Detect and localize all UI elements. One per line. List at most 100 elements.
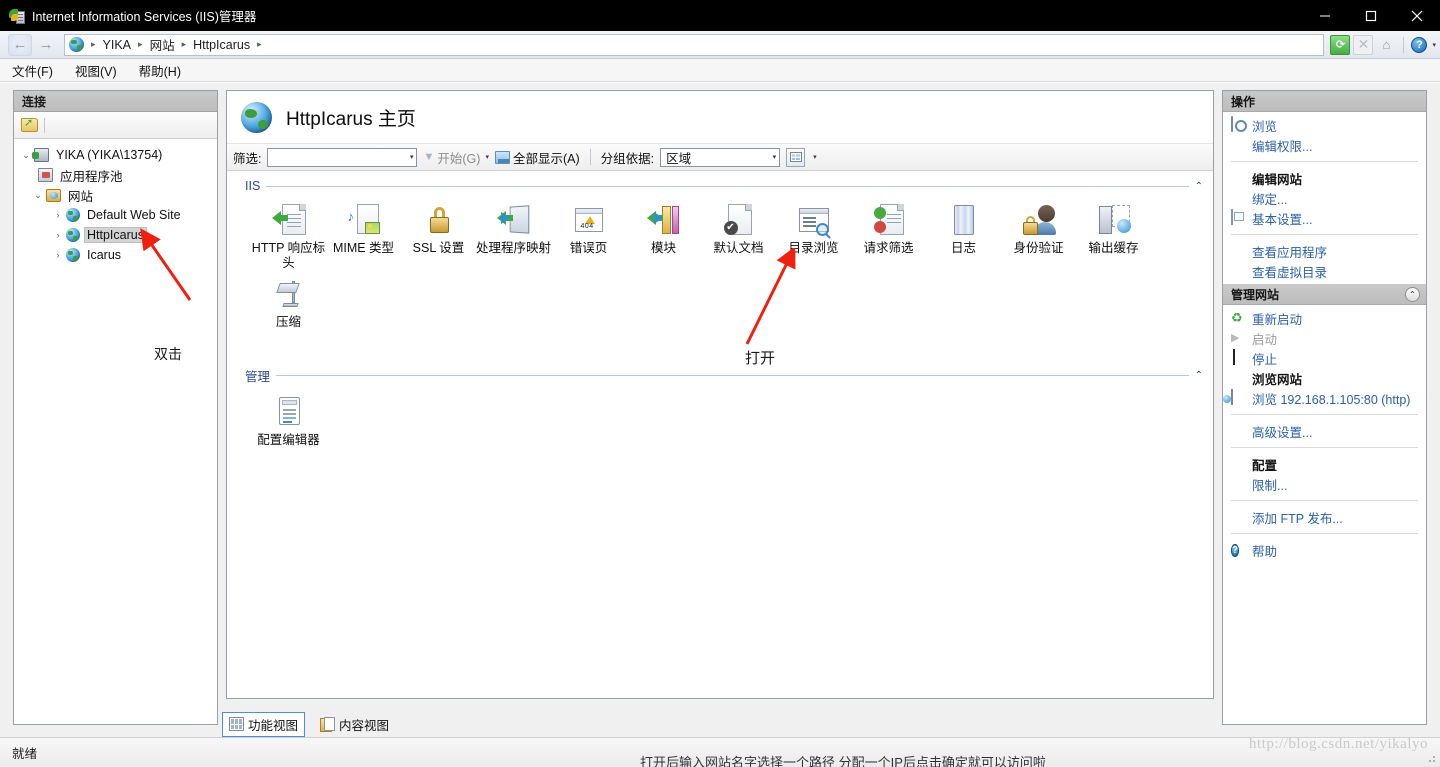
view-mode-button[interactable]	[786, 147, 806, 167]
feature-label: SSL 设置	[412, 241, 465, 255]
action-limits[interactable]: 限制...	[1223, 474, 1426, 494]
breadcrumb[interactable]: ▸ YIKA ▸ 网站 ▸ HttpIcarus ▸	[64, 33, 1325, 56]
go-button[interactable]: ▼ 开始(G) ▾	[423, 148, 488, 167]
action-label: 停止	[1252, 352, 1278, 367]
tree-item-sites[interactable]: ⌄ 网站	[14, 185, 217, 205]
action-browse[interactable]: 浏览	[1223, 115, 1426, 135]
chevron-up-icon[interactable]: ⌃	[1405, 286, 1420, 302]
view-mode-caret-icon[interactable]: ▾	[813, 153, 817, 161]
feature-label: 处理程序映射	[476, 241, 552, 255]
show-all-button[interactable]: 全部显示(A)	[494, 148, 580, 167]
refresh-icon[interactable]: ⟳	[1330, 34, 1351, 55]
group-by-value: 区域	[666, 151, 692, 166]
action-advanced-settings[interactable]: 高级设置...	[1223, 421, 1426, 441]
forward-icon[interactable]: →	[34, 34, 58, 56]
group-by-select[interactable]: 区域 ▾	[660, 147, 781, 167]
breadcrumb-item-sites[interactable]: 网站	[148, 35, 177, 54]
action-stop[interactable]: 停止	[1223, 348, 1426, 368]
feature-handler-mappings[interactable]: 处理程序映射	[476, 203, 551, 271]
actions-divider	[1231, 447, 1418, 448]
tab-content-view[interactable]: 内容视图	[313, 712, 396, 737]
action-label: 浏览 192.168.1.105:80 (http)	[1252, 392, 1411, 407]
chevron-up-icon[interactable]: ⌃	[1195, 370, 1203, 381]
compression-icon	[272, 277, 306, 311]
feature-default-document[interactable]: ✔ 默认文档	[701, 203, 776, 271]
server-icon	[32, 148, 49, 162]
tree-item-default-web-site[interactable]: › Default Web Site	[14, 205, 217, 225]
chevron-down-icon[interactable]: ▾	[402, 153, 414, 161]
stop-square-icon	[1231, 349, 1247, 366]
menu-help[interactable]: 帮助(H)	[139, 61, 181, 80]
help-dropdown-caret-icon[interactable]: ▾	[1432, 41, 1436, 49]
tree-item-server[interactable]: ⌄ YIKA (YIKA\13754)	[14, 145, 217, 165]
feature-configuration-editor[interactable]: 配置编辑器	[251, 395, 326, 448]
restart-icon: ♻	[1231, 310, 1243, 325]
chevron-down-icon[interactable]: ▾	[765, 153, 777, 161]
feature-mime-types[interactable]: ♪ MIME 类型	[326, 203, 401, 271]
action-view-virtual-directories[interactable]: 查看虚拟目录	[1223, 261, 1426, 281]
browse-icon	[1231, 116, 1247, 133]
add-connection-icon[interactable]	[21, 117, 38, 132]
feature-request-filtering[interactable]: 请求筛选	[851, 203, 926, 271]
menu-view[interactable]: 视图(V)	[75, 61, 117, 80]
close-button[interactable]	[1394, 0, 1440, 31]
action-label: 绑定...	[1252, 192, 1288, 207]
filter-input[interactable]: ▾	[267, 147, 418, 167]
action-label: 浏览	[1252, 119, 1278, 134]
action-view-applications[interactable]: 查看应用程序	[1223, 241, 1426, 261]
actions-divider	[1231, 500, 1418, 501]
action-basic-settings[interactable]: 基本设置...	[1223, 208, 1426, 228]
feature-compression[interactable]: 压缩	[251, 277, 326, 330]
action-help[interactable]: ? 帮助	[1223, 540, 1426, 560]
funnel-icon: ▼	[423, 151, 435, 163]
chevron-up-icon[interactable]: ⌃	[1195, 181, 1203, 192]
feature-modules[interactable]: 模块	[626, 203, 701, 271]
feature-directory-browsing[interactable]: 目录浏览	[776, 203, 851, 271]
minimize-button[interactable]	[1302, 0, 1348, 31]
feature-error-pages[interactable]: 404 错误页	[551, 203, 626, 271]
chevron-right-icon[interactable]: ›	[50, 230, 66, 240]
actions-subheader-browse-site: 浏览网站	[1223, 368, 1426, 388]
show-all-label: 全部显示(A)	[512, 151, 580, 166]
home-icon[interactable]: ⌂	[1376, 35, 1396, 55]
connections-pane: 连接 ⌄ YIKA (YIKA\13754) 应用程序池 ⌄ 网站 ›	[13, 90, 218, 725]
feature-ssl-settings[interactable]: SSL 设置	[401, 203, 476, 271]
feature-http-response-headers[interactable]: HTTP 响应标头	[251, 203, 326, 271]
grid-view-icon	[789, 152, 802, 162]
action-label: 基本设置...	[1252, 212, 1313, 227]
breadcrumb-item-server[interactable]: YIKA	[101, 38, 134, 52]
actions-group-view: 查看应用程序 查看虚拟目录	[1223, 238, 1426, 284]
action-add-ftp-publishing[interactable]: 添加 FTP 发布...	[1223, 507, 1426, 527]
chevron-right-icon[interactable]: ›	[50, 210, 66, 220]
help-icon[interactable]: ?	[1411, 36, 1428, 53]
maximize-button[interactable]	[1348, 0, 1394, 31]
action-restart[interactable]: ♻ 重新启动	[1223, 308, 1426, 328]
section-divider	[266, 185, 1189, 187]
feature-authentication[interactable]: 身份验证	[1001, 203, 1076, 271]
iis-feature-grid: HTTP 响应标头 ♪ MIME 类型 SSL 设置 处理程序映射 404 错误…	[227, 197, 1177, 336]
feature-label: 默认文档	[713, 241, 764, 255]
feature-output-caching[interactable]: 输出缓存	[1076, 203, 1151, 271]
resize-grip[interactable]	[1425, 752, 1437, 764]
tree-item-icarus[interactable]: › Icarus	[14, 245, 217, 265]
breadcrumb-item-site[interactable]: HttpIcarus	[191, 38, 252, 52]
tree-item-httpicarus[interactable]: › HttpIcarus	[14, 225, 217, 245]
action-bindings[interactable]: 绑定...	[1223, 188, 1426, 208]
menu-file[interactable]: 文件(F)	[12, 61, 53, 80]
directory-browsing-icon	[797, 203, 831, 237]
action-browse-site-url[interactable]: 浏览 192.168.1.105:80 (http)	[1223, 388, 1426, 408]
workspace: 连接 ⌄ YIKA (YIKA\13754) 应用程序池 ⌄ 网站 ›	[0, 83, 1440, 737]
actions-header-label: 操作	[1231, 94, 1256, 109]
action-edit-permissions[interactable]: 编辑权限...	[1223, 135, 1426, 155]
chevron-right-icon[interactable]: ›	[50, 250, 66, 260]
feature-logging[interactable]: 日志	[926, 203, 1001, 271]
actions-group-browse: 浏览 编辑权限...	[1223, 112, 1426, 158]
action-label: 编辑网站	[1252, 172, 1303, 187]
site-globe-icon	[66, 228, 80, 242]
tree-item-application-pools[interactable]: 应用程序池	[14, 165, 217, 185]
chevron-down-icon[interactable]: ▾	[485, 153, 489, 161]
back-icon[interactable]: ←	[8, 33, 32, 56]
tab-feature-view[interactable]: 功能视图	[222, 711, 306, 737]
actions-pane: 操作 浏览 编辑权限... 编辑网站 绑定... 基本设置... 查看应用程序 …	[1222, 90, 1427, 725]
chevron-down-icon[interactable]: ⌄	[30, 190, 46, 201]
